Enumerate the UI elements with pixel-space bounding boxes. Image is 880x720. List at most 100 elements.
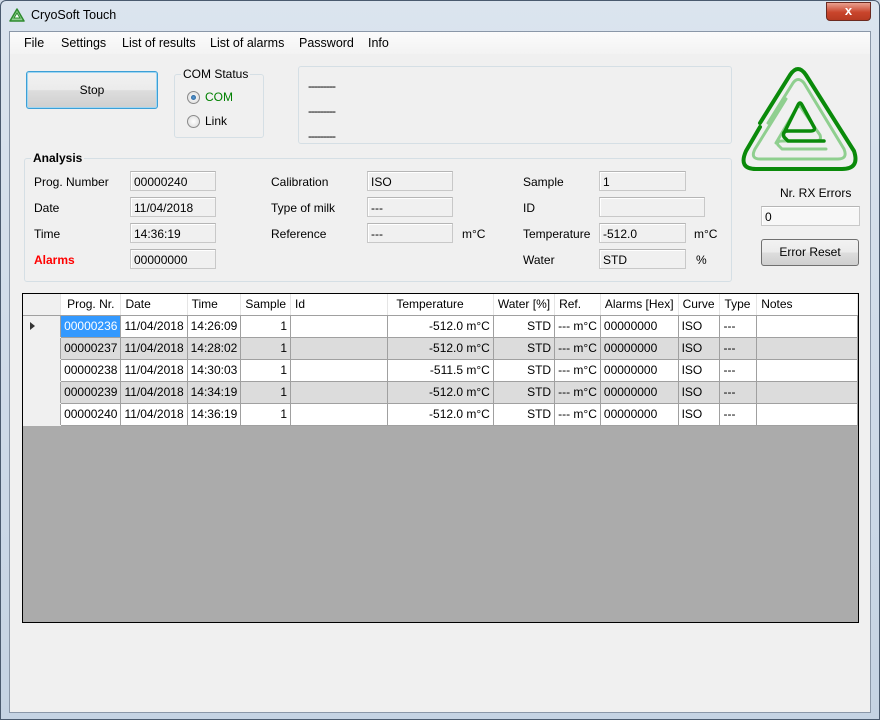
cell-ref[interactable]: --- m°C bbox=[554, 403, 601, 426]
cell-water[interactable]: STD bbox=[493, 403, 556, 426]
cell-sample[interactable]: 1 bbox=[240, 315, 292, 338]
cell-water[interactable]: STD bbox=[493, 315, 556, 338]
menu-password[interactable]: Password bbox=[299, 36, 354, 50]
cell-date[interactable]: 11/04/2018 bbox=[120, 381, 188, 404]
column-header-time[interactable]: Time bbox=[187, 294, 242, 316]
cell-temperature[interactable]: -511.5 m°C bbox=[387, 359, 494, 382]
cell-alarms-hex[interactable]: 00000000 bbox=[600, 359, 679, 382]
cell-prog-nr[interactable]: 00000239 bbox=[60, 381, 122, 404]
cell-curve[interactable]: ISO bbox=[678, 315, 721, 338]
cell-curve[interactable]: ISO bbox=[678, 403, 721, 426]
cell-temperature[interactable]: -512.0 m°C bbox=[387, 403, 494, 426]
cell-alarms-hex[interactable]: 00000000 bbox=[600, 315, 679, 338]
cell-notes[interactable] bbox=[756, 359, 858, 382]
title-bar[interactable]: CryoSoft Touch x bbox=[1, 1, 879, 31]
cell-id[interactable] bbox=[290, 403, 389, 426]
cell-notes[interactable] bbox=[756, 337, 858, 360]
cell-date[interactable]: 11/04/2018 bbox=[120, 359, 188, 382]
cell-temperature[interactable]: -512.0 m°C bbox=[387, 381, 494, 404]
cell-id[interactable] bbox=[290, 337, 389, 360]
column-header-type[interactable]: Type bbox=[719, 294, 758, 316]
temperature-field: -512.0 bbox=[599, 223, 686, 243]
sample-label: Sample bbox=[523, 175, 564, 189]
row-header[interactable] bbox=[23, 403, 62, 426]
cell-ref[interactable]: --- m°C bbox=[554, 337, 601, 360]
row-header[interactable] bbox=[23, 381, 62, 404]
menu-file[interactable]: File bbox=[24, 36, 44, 50]
cell-time[interactable]: 14:36:19 bbox=[187, 403, 242, 426]
column-header-sample[interactable]: Sample bbox=[240, 294, 292, 316]
column-header-temperature[interactable]: Temperature bbox=[387, 294, 494, 316]
cell-prog-nr[interactable]: 00000238 bbox=[60, 359, 122, 382]
cell-prog-nr[interactable]: 00000236 bbox=[60, 315, 122, 338]
cell-curve[interactable]: ISO bbox=[678, 381, 721, 404]
cell-water[interactable]: STD bbox=[493, 381, 556, 404]
column-header-id[interactable]: Id bbox=[290, 294, 389, 316]
cell-date[interactable]: 11/04/2018 bbox=[120, 337, 188, 360]
cell-type[interactable]: --- bbox=[719, 403, 758, 426]
column-header-alarms-hex[interactable]: Alarms [Hex] bbox=[600, 294, 679, 316]
cell-prog-nr[interactable]: 00000237 bbox=[60, 337, 122, 360]
cell-type[interactable]: --- bbox=[719, 381, 758, 404]
cell-time[interactable]: 14:30:03 bbox=[187, 359, 242, 382]
link-radio-label[interactable]: Link bbox=[205, 114, 227, 128]
cell-time[interactable]: 14:26:09 bbox=[187, 315, 242, 338]
cell-ref[interactable]: --- m°C bbox=[554, 381, 601, 404]
cell-time[interactable]: 14:28:02 bbox=[187, 337, 242, 360]
column-header-prog-nr[interactable]: Prog. Nr. bbox=[60, 294, 122, 316]
row-header[interactable] bbox=[23, 315, 62, 338]
cell-time[interactable]: 14:34:19 bbox=[187, 381, 242, 404]
cell-sample[interactable]: 1 bbox=[240, 359, 292, 382]
cell-alarms-hex[interactable]: 00000000 bbox=[600, 381, 679, 404]
cell-water[interactable]: STD bbox=[493, 337, 556, 360]
menu-settings[interactable]: Settings bbox=[61, 36, 106, 50]
table-row[interactable]: 00000239 11/04/2018 14:34:19 1 -512.0 m°C STD… bbox=[23, 381, 858, 404]
cell-id[interactable] bbox=[290, 381, 389, 404]
table-row[interactable]: 00000240 11/04/2018 14:36:19 1 -512.0 m°C STD… bbox=[23, 403, 858, 426]
cell-temperature[interactable]: -512.0 m°C bbox=[387, 315, 494, 338]
table-row[interactable]: 00000236 11/04/2018 14:26:09 1 -512.0 m°C STD… bbox=[23, 315, 858, 338]
cell-sample[interactable]: 1 bbox=[240, 381, 292, 404]
cell-type[interactable]: --- bbox=[719, 315, 758, 338]
cell-date[interactable]: 11/04/2018 bbox=[120, 315, 188, 338]
cell-ref[interactable]: --- m°C bbox=[554, 359, 601, 382]
cell-notes[interactable] bbox=[756, 381, 858, 404]
cell-alarms-hex[interactable]: 00000000 bbox=[600, 337, 679, 360]
cell-temperature[interactable]: -512.0 m°C bbox=[387, 337, 494, 360]
cell-curve[interactable]: ISO bbox=[678, 337, 721, 360]
cell-curve[interactable]: ISO bbox=[678, 359, 721, 382]
menu-info[interactable]: Info bbox=[368, 36, 389, 50]
error-reset-button[interactable]: Error Reset bbox=[761, 239, 859, 266]
column-header-water[interactable]: Water [%] bbox=[493, 294, 556, 316]
close-button[interactable]: x bbox=[826, 2, 871, 21]
cell-water[interactable]: STD bbox=[493, 359, 556, 382]
row-header[interactable] bbox=[23, 337, 62, 360]
cell-sample[interactable]: 1 bbox=[240, 403, 292, 426]
cell-type[interactable]: --- bbox=[719, 359, 758, 382]
cell-id[interactable] bbox=[290, 315, 389, 338]
cell-id[interactable] bbox=[290, 359, 389, 382]
cell-notes[interactable] bbox=[756, 403, 858, 426]
results-grid[interactable]: Prog. Nr. Date Time Sample Id Temperatur… bbox=[22, 293, 859, 623]
com-radio-label[interactable]: COM bbox=[205, 90, 233, 104]
com-radio[interactable] bbox=[187, 91, 200, 104]
column-header-date[interactable]: Date bbox=[120, 294, 188, 316]
table-row[interactable]: 00000237 11/04/2018 14:28:02 1 -512.0 m°C STD… bbox=[23, 337, 858, 360]
row-header[interactable] bbox=[23, 359, 62, 382]
stop-button[interactable]: Stop bbox=[26, 71, 158, 109]
table-row[interactable]: 00000238 11/04/2018 14:30:03 1 -511.5 m°C STD… bbox=[23, 359, 858, 382]
cell-sample[interactable]: 1 bbox=[240, 337, 292, 360]
menu-list-of-alarms[interactable]: List of alarms bbox=[210, 36, 284, 50]
column-header-ref[interactable]: Ref. bbox=[554, 294, 601, 316]
menu-list-of-results[interactable]: List of results bbox=[122, 36, 196, 50]
cell-prog-nr[interactable]: 00000240 bbox=[60, 403, 122, 426]
column-header-notes[interactable]: Notes bbox=[756, 294, 858, 316]
cell-alarms-hex[interactable]: 00000000 bbox=[600, 403, 679, 426]
cell-date[interactable]: 11/04/2018 bbox=[120, 403, 188, 426]
link-radio[interactable] bbox=[187, 115, 200, 128]
cell-ref[interactable]: --- m°C bbox=[554, 315, 601, 338]
cell-type[interactable]: --- bbox=[719, 337, 758, 360]
row-header-corner bbox=[23, 294, 62, 316]
column-header-curve[interactable]: Curve bbox=[678, 294, 721, 316]
cell-notes[interactable] bbox=[756, 315, 858, 338]
